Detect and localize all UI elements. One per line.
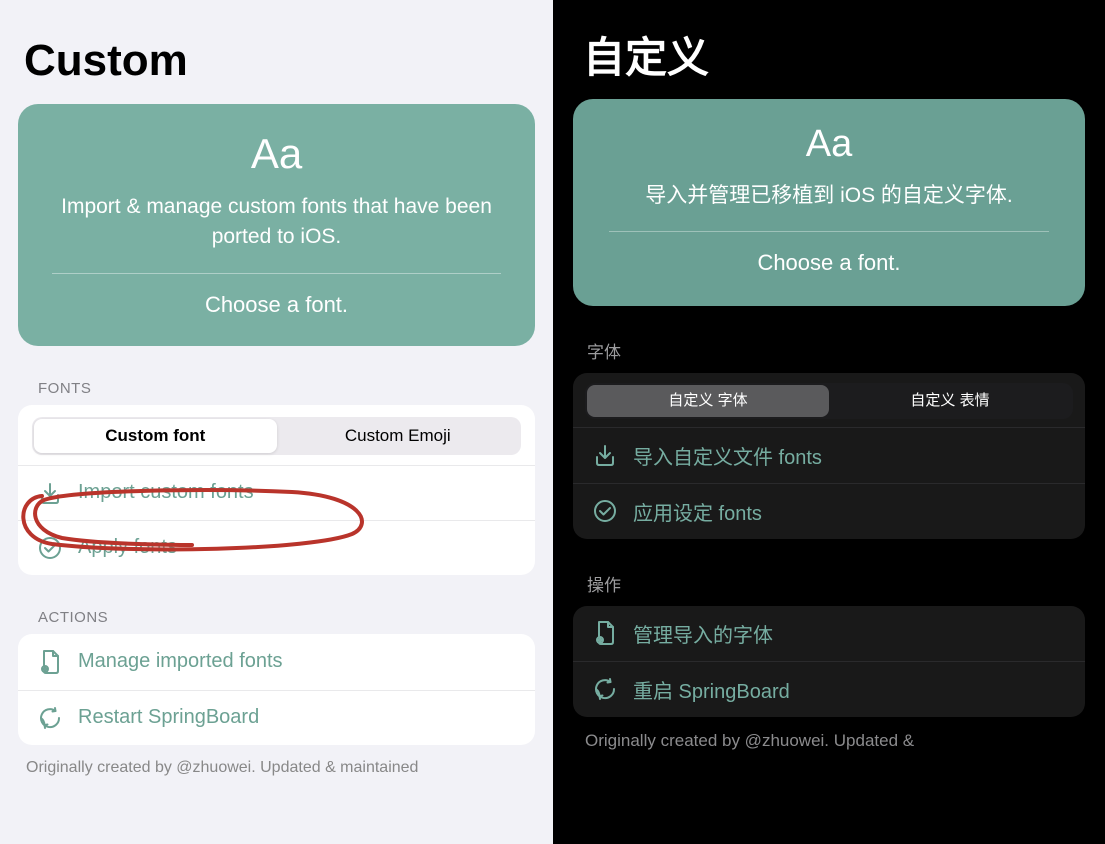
apply-fonts-row[interactable]: Apply fonts [18, 520, 535, 575]
fonts-section-header: FONTS [0, 346, 553, 405]
hero-aa: Aa [609, 123, 1049, 166]
hero-description: Import & manage custom fonts that have b… [52, 192, 501, 253]
fonts-card: Custom font Custom Emoji Import custom f… [18, 405, 535, 575]
footer-credits: Originally created by @zhuowei. Updated … [553, 717, 1105, 751]
segment-custom-emoji[interactable]: 自定义 表情 [829, 385, 1071, 417]
fonts-section-header: 字体 [553, 306, 1105, 373]
apply-fonts-label: 应用设定 fonts [633, 497, 762, 526]
checkmark-circle-icon [36, 536, 64, 560]
restart-springboard-row[interactable]: Restart SpringBoard [18, 690, 535, 745]
checkmark-circle-icon [591, 499, 619, 523]
hero-card: Aa Import & manage custom fonts that hav… [18, 104, 535, 346]
hero-choose-label: Choose a font. [609, 250, 1049, 276]
segmented-control[interactable]: 自定义 字体 自定义 表情 [585, 383, 1073, 419]
dark-pane: 自定义 Aa 导入并管理已移植到 iOS 的自定义字体. Choose a fo… [553, 0, 1105, 844]
manage-fonts-label: Manage imported fonts [78, 650, 283, 673]
restart-icon [36, 706, 64, 730]
hero-divider [609, 231, 1049, 232]
fonts-card: 自定义 字体 自定义 表情 导入自定义文件 fonts 应用设定 fonts [573, 373, 1085, 539]
actions-section-header: ACTIONS [0, 575, 553, 634]
actions-section-header: 操作 [553, 539, 1105, 606]
hero-card: Aa 导入并管理已移植到 iOS 的自定义字体. Choose a font. [573, 99, 1085, 306]
restart-springboard-label: Restart SpringBoard [78, 706, 259, 729]
hero-description: 导入并管理已移植到 iOS 的自定义字体. [609, 180, 1049, 213]
import-fonts-label: Import custom fonts [78, 481, 254, 504]
page-title: Custom [0, 0, 553, 104]
segment-custom-emoji[interactable]: Custom Emoji [277, 419, 520, 453]
download-icon [591, 443, 619, 467]
segment-custom-font[interactable]: 自定义 字体 [587, 385, 829, 417]
actions-card: 管理导入的字体 重启 SpringBoard [573, 606, 1085, 717]
segment-custom-font[interactable]: Custom font [34, 419, 277, 453]
page-title: 自定义 [553, 0, 1105, 99]
manage-fonts-row[interactable]: Manage imported fonts [18, 634, 535, 690]
light-pane: Custom Aa Import & manage custom fonts t… [0, 0, 553, 844]
manage-fonts-row[interactable]: 管理导入的字体 [573, 606, 1085, 661]
hero-aa: Aa [52, 130, 501, 178]
footer-credits: Originally created by @zhuowei. Updated … [0, 745, 553, 777]
apply-fonts-label: Apply fonts [78, 536, 177, 559]
restart-icon [591, 677, 619, 701]
import-fonts-row[interactable]: Import custom fonts [18, 465, 535, 520]
actions-card: Manage imported fonts Restart SpringBoar… [18, 634, 535, 745]
segmented-control[interactable]: Custom font Custom Emoji [32, 417, 521, 455]
restart-springboard-label: 重启 SpringBoard [633, 675, 790, 704]
manage-fonts-label: 管理导入的字体 [633, 619, 773, 648]
document-gear-icon [591, 620, 619, 646]
restart-springboard-row[interactable]: 重启 SpringBoard [573, 661, 1085, 717]
apply-fonts-row[interactable]: 应用设定 fonts [573, 483, 1085, 539]
import-fonts-label: 导入自定义文件 fonts [633, 441, 822, 470]
hero-divider [52, 273, 501, 274]
document-gear-icon [36, 649, 64, 675]
download-icon [36, 481, 64, 505]
hero-choose-label: Choose a font. [52, 292, 501, 318]
import-fonts-row[interactable]: 导入自定义文件 fonts [573, 427, 1085, 483]
